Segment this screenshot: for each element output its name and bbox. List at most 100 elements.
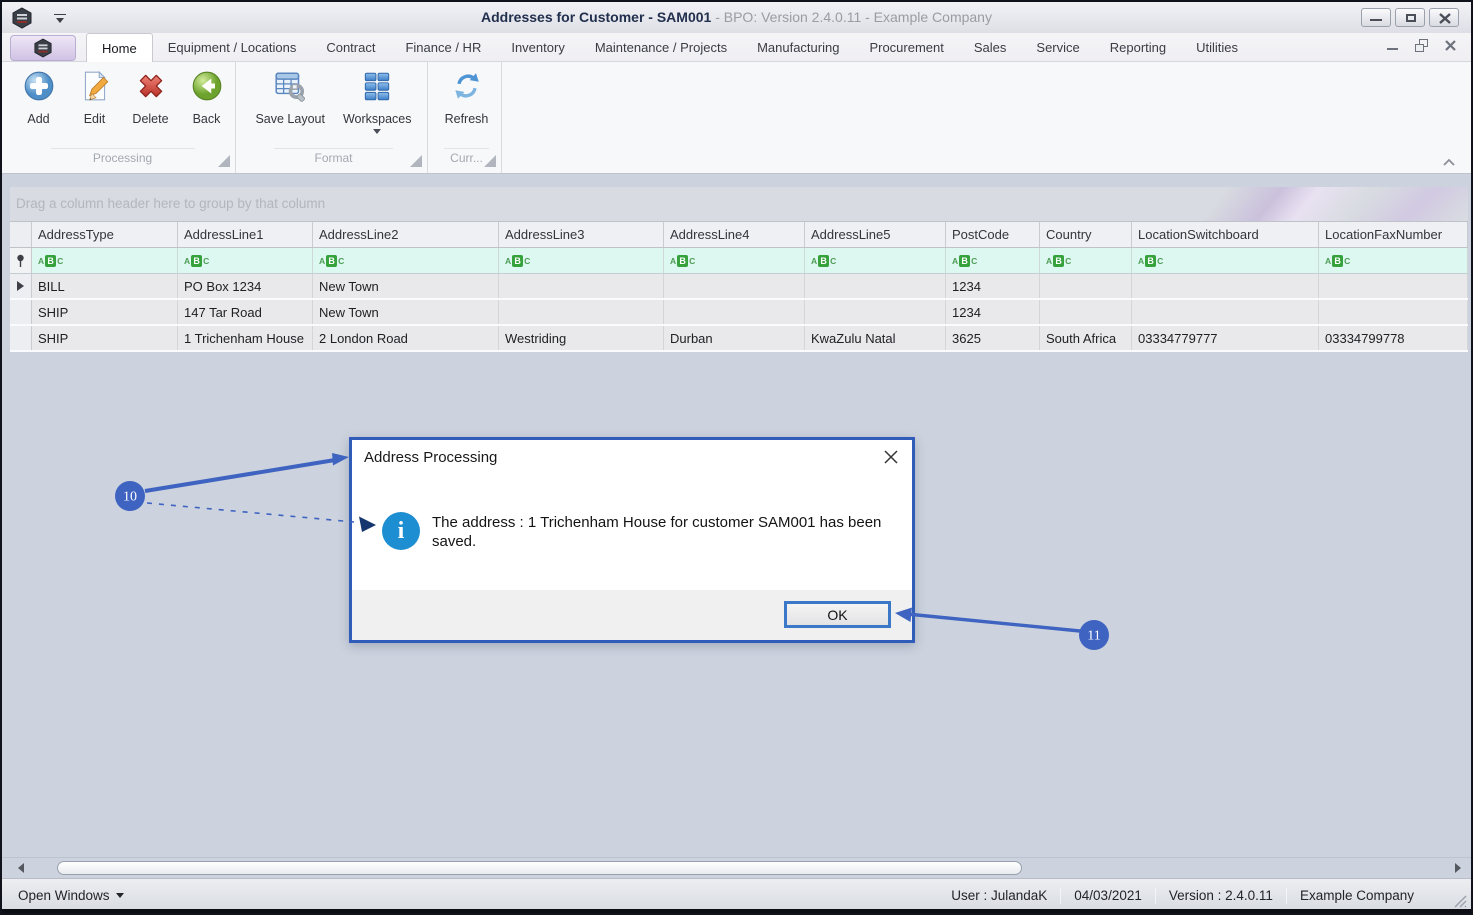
cell-addressline4[interactable] [664, 300, 805, 324]
row-indicator-header [10, 222, 32, 247]
cell-addressline4[interactable] [664, 274, 805, 298]
callout-10-number: 10 [123, 490, 137, 505]
cell-postcode[interactable]: 3625 [946, 326, 1040, 350]
add-button[interactable]: Add [15, 67, 63, 128]
mdi-restore-button[interactable] [1415, 39, 1428, 52]
ok-button[interactable]: OK [784, 601, 891, 628]
cell-addressline2[interactable]: 2 London Road [313, 326, 499, 350]
filter-cell-country[interactable]: ABC [1040, 248, 1132, 273]
column-header-country[interactable]: Country [1040, 222, 1132, 247]
filter-cell-addressline4[interactable]: ABC [664, 248, 805, 273]
column-header-addresstype[interactable]: AddressType [32, 222, 178, 247]
filter-cell-addressline2[interactable]: ABC [313, 248, 499, 273]
cell-postcode[interactable]: 1234 [946, 300, 1040, 324]
cell-locationswitchboard[interactable] [1132, 300, 1319, 324]
abc-filter-icon: ABC [38, 254, 64, 267]
scroll-right-icon[interactable] [1455, 863, 1461, 873]
cell-addresstype[interactable]: BILL [32, 274, 178, 298]
column-header-addressline1[interactable]: AddressLine1 [178, 222, 313, 247]
filter-cell-addresstype[interactable]: ABC [32, 248, 178, 273]
cell-locationswitchboard[interactable] [1132, 274, 1319, 298]
table-row[interactable]: BILL PO Box 1234 New Town 1234 [10, 274, 1468, 300]
cell-addressline1[interactable]: PO Box 1234 [178, 274, 313, 298]
column-header-addressline3[interactable]: AddressLine3 [499, 222, 664, 247]
cell-addressline1[interactable]: 147 Tar Road [178, 300, 313, 324]
cell-country[interactable] [1040, 274, 1132, 298]
dialog-launcher-icon[interactable] [410, 155, 422, 167]
tab-manufacturing[interactable]: Manufacturing [742, 33, 854, 62]
filter-cell-addressline1[interactable]: ABC [178, 248, 313, 273]
open-windows-dropdown[interactable]: Open Windows [18, 888, 124, 903]
close-button[interactable] [1429, 8, 1459, 27]
filter-cell-addressline5[interactable]: ABC [805, 248, 946, 273]
workspaces-button[interactable]: Workspaces [338, 67, 417, 136]
cell-addressline5[interactable] [805, 274, 946, 298]
filter-cell-locationfaxnumber[interactable]: ABC [1319, 248, 1468, 273]
application-menu-button[interactable] [10, 35, 76, 61]
cell-locationswitchboard[interactable]: 03334779777 [1132, 326, 1319, 350]
edit-button[interactable]: Edit [71, 67, 119, 128]
column-header-locationswitchboard[interactable]: LocationSwitchboard [1132, 222, 1319, 247]
tab-contract[interactable]: Contract [311, 33, 390, 62]
table-row[interactable]: SHIP 1 Trichenham House 2 London Road Westr… [10, 326, 1468, 352]
cell-addressline3[interactable] [499, 300, 664, 324]
tab-utilities[interactable]: Utilities [1181, 33, 1253, 62]
collapse-ribbon-icon[interactable] [1441, 156, 1457, 167]
delete-label: Delete [132, 112, 169, 126]
delete-button[interactable]: Delete [127, 67, 175, 128]
cell-addresstype[interactable]: SHIP [32, 300, 178, 324]
cell-addressline4[interactable]: Durban [664, 326, 805, 350]
column-header-addressline2[interactable]: AddressLine2 [313, 222, 499, 247]
tab-procurement[interactable]: Procurement [854, 33, 958, 62]
horizontal-scrollbar [2, 857, 1471, 878]
mdi-close-button[interactable] [1444, 39, 1457, 52]
tab-finance-hr[interactable]: Finance / HR [390, 33, 496, 62]
cell-addressline2[interactable]: New Town [313, 274, 499, 298]
filter-cell-postcode[interactable]: ABC [946, 248, 1040, 273]
cell-country[interactable] [1040, 300, 1132, 324]
cell-postcode[interactable]: 1234 [946, 274, 1040, 298]
dialog-launcher-icon[interactable] [218, 155, 230, 167]
cell-locationfaxnumber[interactable] [1319, 274, 1468, 298]
grid-body: BILL PO Box 1234 New Town 1234 SHIP 147 Tar R… [10, 274, 1468, 352]
minimize-button[interactable] [1361, 8, 1391, 27]
cell-addressline5[interactable] [805, 300, 946, 324]
cell-addresstype[interactable]: SHIP [32, 326, 178, 350]
save-layout-button[interactable]: Save Layout [250, 67, 330, 128]
cell-addressline3[interactable]: Westriding [499, 326, 664, 350]
dialog-launcher-icon[interactable] [484, 155, 496, 167]
refresh-icon [450, 69, 484, 112]
table-row[interactable]: SHIP 147 Tar Road New Town 1234 [10, 300, 1468, 326]
scroll-left-icon[interactable] [18, 863, 24, 873]
cell-addressline1[interactable]: 1 Trichenham House [178, 326, 313, 350]
column-header-addressline5[interactable]: AddressLine5 [805, 222, 946, 247]
filter-cell-addressline3[interactable]: ABC [499, 248, 664, 273]
abc-filter-icon: ABC [319, 254, 345, 267]
cell-addressline5[interactable]: KwaZulu Natal [805, 326, 946, 350]
tab-maintenance-projects[interactable]: Maintenance / Projects [580, 33, 742, 62]
tab-equipment-locations[interactable]: Equipment / Locations [153, 33, 312, 62]
column-header-postcode[interactable]: PostCode [946, 222, 1040, 247]
refresh-button[interactable]: Refresh [440, 67, 494, 128]
scrollbar-thumb[interactable] [57, 861, 1022, 875]
cell-locationfaxnumber[interactable] [1319, 300, 1468, 324]
tab-home[interactable]: Home [86, 33, 153, 62]
back-button[interactable]: Back [183, 67, 231, 128]
tab-sales[interactable]: Sales [959, 33, 1022, 62]
dialog-close-icon[interactable] [882, 448, 900, 466]
tab-reporting[interactable]: Reporting [1095, 33, 1181, 62]
tab-inventory[interactable]: Inventory [496, 33, 579, 62]
tab-service[interactable]: Service [1021, 33, 1094, 62]
maximize-button[interactable] [1395, 8, 1425, 27]
group-by-panel[interactable]: Drag a column header here to group by th… [10, 187, 1468, 221]
cell-country[interactable]: South Africa [1040, 326, 1132, 350]
cell-addressline3[interactable] [499, 274, 664, 298]
cell-addressline2[interactable]: New Town [313, 300, 499, 324]
column-header-addressline4[interactable]: AddressLine4 [664, 222, 805, 247]
mdi-minimize-button[interactable] [1386, 39, 1399, 52]
info-icon: i [382, 512, 420, 550]
resize-grip-icon[interactable] [1454, 895, 1467, 908]
column-header-locationfaxnumber[interactable]: LocationFaxNumber [1319, 222, 1468, 247]
cell-locationfaxnumber[interactable]: 03334799778 [1319, 326, 1468, 350]
filter-cell-locationswitchboard[interactable]: ABC [1132, 248, 1319, 273]
